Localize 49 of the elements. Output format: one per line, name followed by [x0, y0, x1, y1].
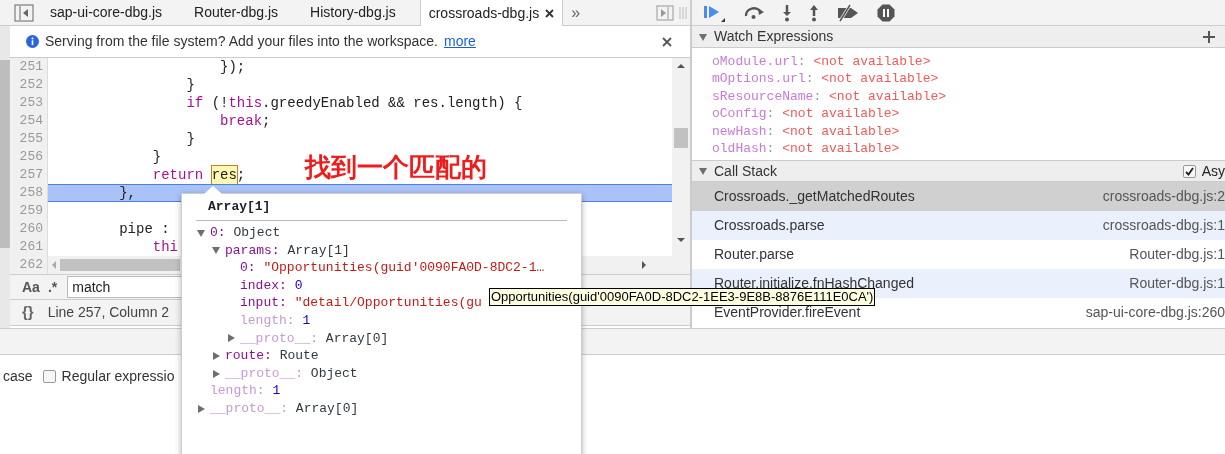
code-line: } — [185, 76, 196, 94]
annotation-text: 找到一个匹配的 — [305, 151, 487, 184]
property-entry: length: 1 — [210, 382, 281, 401]
line-number: 253 — [19, 94, 43, 112]
code-line: } — [151, 148, 163, 166]
line-number: 262 — [19, 256, 43, 274]
code-line: break; — [219, 112, 272, 130]
watch-expression: oldHash: <not available> — [712, 139, 901, 158]
function-name: Crossroads.parse — [714, 216, 825, 235]
checkbox-label: Regular expressio — [61, 367, 175, 386]
function-name: Router.parse — [714, 245, 795, 264]
code-line: if (!this.greedyEnabled && res.length) { — [185, 94, 524, 112]
function-name: EventProvider.fireEvent — [714, 304, 861, 322]
info-message: Serving from the file system? Add your files into the workspace. — [45, 32, 438, 51]
property-entry: 0: "Opportunities(guid'0090FA0D-8DC2-1… — [240, 259, 545, 278]
watch-expression: mOptions.url: <not available> — [712, 70, 940, 88]
line-number: 252 — [19, 76, 43, 94]
async-label: Asy — [1201, 161, 1225, 181]
line-number: 259 — [19, 202, 43, 220]
property-entry: __proto__: Array[0] — [240, 329, 389, 348]
code-line: pipe : — [118, 220, 171, 238]
line-number: 254 — [19, 112, 43, 130]
watch-expression: newHash: <not available> — [712, 122, 901, 140]
code-line: } — [185, 130, 196, 148]
tooltip: Opportunities(guid'0090FA0D-8DC2-1EE3-9E8B-8876E111E0CA') — [489, 288, 876, 306]
option-label: case — [3, 367, 33, 386]
line-number: 251 — [19, 58, 43, 76]
cursor-position: Line 257, Column 2 — [47, 303, 170, 322]
watch-expression: sResourceName: <not available> — [712, 87, 948, 106]
line-number: 258 — [19, 184, 43, 202]
line-number: 261 — [19, 238, 43, 256]
function-name: Crossroads._getMatchedRoutes — [714, 187, 915, 206]
property-entry: 0: Object — [210, 224, 281, 243]
line-number: 255 — [19, 130, 43, 148]
property-entry: input: "detail/Opportunities(gu — [240, 294, 482, 313]
property-entry: route: Route — [225, 347, 319, 366]
property-entry: length: 1 — [240, 312, 311, 330]
watch-expression: oModule.url: <not available> — [712, 53, 932, 71]
property-entry: index: 0 — [240, 276, 303, 295]
code-line: }); — [219, 58, 247, 76]
code-line: return res; — [151, 166, 247, 184]
line-number: 260 — [19, 220, 43, 238]
property-entry: params: Array[1] — [225, 241, 350, 260]
line-number: 256 — [19, 148, 43, 166]
line-number: 257 — [19, 166, 43, 184]
code-line: thi — [151, 238, 180, 256]
property-entry: __proto__: Array[0] — [210, 400, 359, 418]
property-entry: __proto__: Object — [225, 364, 358, 383]
watch-expression: oConfig: <not available> — [712, 105, 901, 123]
